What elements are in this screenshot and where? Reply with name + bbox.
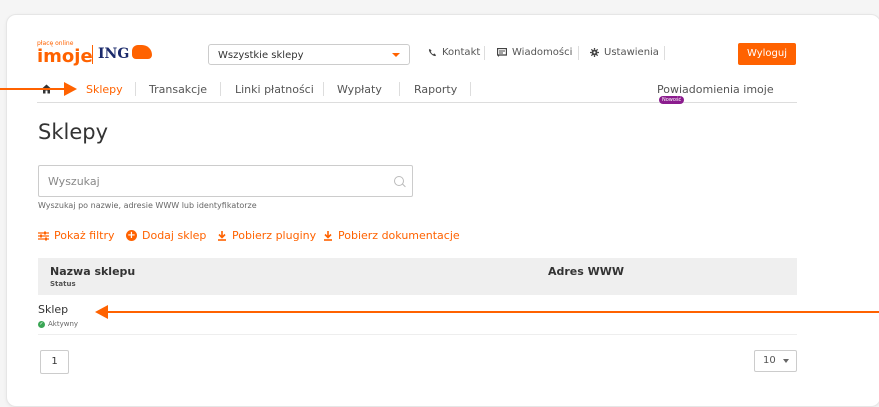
per-page-value: 10	[763, 355, 776, 366]
shop-select-value: Wszystkie sklepy	[218, 50, 304, 61]
add-shop-button[interactable]: + Dodaj sklep	[126, 229, 206, 242]
new-badge: Nowość	[659, 96, 685, 104]
download-plugins-label: Pobierz pluginy	[232, 229, 317, 242]
divider	[399, 82, 400, 96]
divider	[470, 82, 471, 96]
download-docs-label: Pobierz dokumentacje	[338, 229, 460, 242]
page-button-1[interactable]: 1	[40, 350, 69, 374]
notifications-link[interactable]: Powiadomienia imojeNowość	[657, 83, 797, 109]
filter-sliders-icon	[38, 231, 49, 240]
caret-down-icon	[783, 359, 789, 363]
search-input[interactable]	[38, 165, 413, 197]
check-circle-icon: ✓	[38, 320, 45, 328]
nav-item-sklepy[interactable]: Sklepy	[86, 83, 123, 96]
download-icon	[324, 230, 332, 241]
nav-item-linki-platnosci[interactable]: Linki płatności	[235, 83, 314, 96]
add-shop-label: Dodaj sklep	[142, 229, 207, 242]
divider	[578, 46, 579, 60]
annotation-arrow-line	[108, 311, 879, 313]
show-filters-label: Pokaż filtry	[54, 229, 115, 242]
contact-label: Kontakt	[442, 47, 481, 58]
annotation-arrow-right-icon	[64, 82, 77, 96]
show-filters-button[interactable]: Pokaż filtry	[38, 229, 115, 242]
ing-logo: ING	[98, 46, 130, 62]
divider	[664, 46, 665, 60]
search-hint: Wyszukaj po nazwie, adresie WWW lub iden…	[38, 201, 257, 210]
table-header: Nazwa sklepu Status Adres WWW	[38, 258, 797, 295]
imoje-logo: imoje	[37, 46, 93, 67]
settings-link[interactable]: Ustawienia	[590, 47, 659, 58]
divider	[484, 46, 485, 60]
divider	[323, 82, 324, 96]
phone-icon	[428, 48, 437, 57]
search-icon	[394, 176, 404, 186]
nav-item-raporty[interactable]: Raporty	[414, 83, 457, 96]
ing-lion-icon	[132, 45, 152, 59]
shop-select[interactable]: Wszystkie sklepy	[208, 44, 410, 65]
table-row-divider	[38, 334, 797, 335]
notifications-label: Powiadomienia imoje	[657, 83, 774, 96]
divider	[220, 82, 221, 96]
logout-button[interactable]: Wyloguj	[738, 43, 796, 65]
settings-label: Ustawienia	[604, 47, 659, 58]
shop-name-link[interactable]: Sklep	[38, 303, 68, 316]
column-header-www[interactable]: Adres WWW	[548, 265, 624, 278]
annotation-arrow-left-icon	[95, 305, 108, 319]
logo-divider	[92, 45, 93, 64]
nav-item-wyplaty[interactable]: Wypłaty	[337, 83, 382, 96]
column-header-status: Status	[50, 280, 76, 288]
divider	[135, 82, 136, 96]
main-nav: Sklepy Transakcje Linki płatności Wypłat…	[37, 78, 797, 104]
download-plugins-button[interactable]: Pobierz pluginy	[217, 229, 316, 242]
messages-label: Wiadomości	[512, 47, 573, 58]
status-badge: ✓ Aktywny	[38, 320, 78, 328]
annotation-arrow-line	[0, 88, 64, 90]
caret-down-icon	[392, 53, 400, 57]
page-title: Sklepy	[38, 120, 109, 144]
per-page-select[interactable]: 10	[754, 350, 797, 372]
download-docs-button[interactable]: Pobierz dokumentacje	[323, 229, 460, 242]
status-label: Aktywny	[48, 320, 79, 328]
gear-icon	[590, 48, 599, 57]
download-icon	[218, 230, 226, 241]
contact-link[interactable]: Kontakt	[428, 47, 480, 58]
column-header-name[interactable]: Nazwa sklepu	[50, 265, 135, 278]
plus-circle-icon: +	[126, 230, 137, 241]
page-card	[6, 14, 879, 407]
messages-link[interactable]: Wiadomości	[497, 47, 572, 58]
nav-item-transakcje[interactable]: Transakcje	[149, 83, 207, 96]
message-icon	[497, 48, 507, 57]
